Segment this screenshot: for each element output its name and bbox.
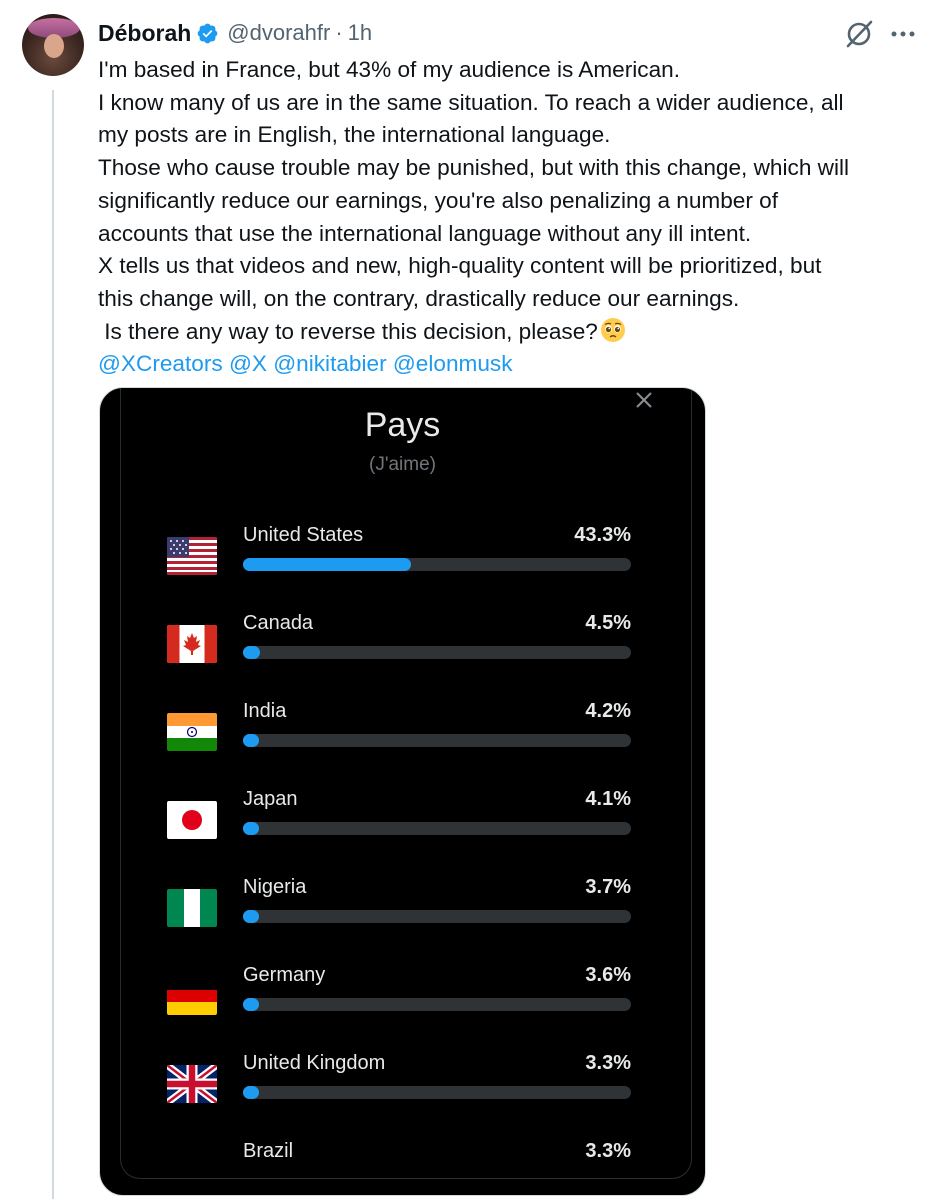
country-name: India (243, 700, 287, 722)
post-line: accounts that use the international lang… (98, 220, 752, 246)
country-name: Nigeria (243, 876, 307, 898)
progress-fill (243, 1086, 259, 1099)
country-row: United States 43.3% (100, 524, 705, 604)
jp-flag-icon (167, 801, 217, 839)
card-title: Pays (364, 406, 441, 444)
us-flag-icon (167, 537, 217, 575)
pleading-face-emoji-icon (600, 317, 626, 343)
mention-link[interactable]: @X (229, 351, 267, 376)
de-flag-icon (167, 977, 217, 1015)
author-name[interactable]: Déborah (98, 20, 191, 47)
post-header: Déborah @dvorahfr · 1h (98, 18, 372, 48)
post-line: X tells us that videos and new, high-qua… (98, 253, 822, 279)
post-line: Those who cause trouble may be punished,… (98, 155, 850, 181)
country-name: Brazil (243, 1140, 294, 1162)
mention-link[interactable]: @XCreators (98, 351, 223, 376)
country-row: Nigeria 3.7% (100, 876, 705, 956)
country-percentage: 43.3% (574, 524, 631, 546)
author-handle[interactable]: @dvorahfr (227, 20, 330, 46)
ng-flag-icon (167, 889, 217, 927)
question-text: Is there any way to reverse this decisio… (98, 318, 598, 344)
ca-flag-icon (167, 625, 217, 663)
verified-badge-icon[interactable] (196, 22, 219, 45)
country-row: India 4.2% (100, 700, 705, 780)
progress-fill (243, 910, 259, 923)
mentions-line: @XCreators @X @nikitabier @elonmusk (98, 348, 928, 381)
post-line: I know many of us are in the same situat… (98, 89, 844, 115)
country-percentage: 4.5% (585, 612, 631, 634)
progress-fill (243, 646, 261, 659)
grok-icon[interactable] (841, 16, 877, 52)
gb-flag-icon (167, 1065, 217, 1103)
country-row: Germany 3.6% (100, 964, 705, 1044)
progress-track (243, 822, 631, 835)
country-percentage: 3.6% (585, 964, 631, 986)
country-name: United Kingdom (243, 1052, 386, 1074)
mention-link[interactable]: @elonmusk (393, 351, 513, 376)
country-percentage: 4.1% (585, 788, 631, 810)
progress-track (243, 646, 631, 659)
country-name: Japan (243, 788, 298, 810)
progress-track (243, 1086, 631, 1099)
post-line-question: Is there any way to reverse this decisio… (98, 316, 928, 349)
country-name: Canada (243, 612, 314, 634)
separator-dot: · (335, 20, 343, 45)
post-line: I'm based in France, but 43% of my audie… (98, 57, 680, 82)
country-name: United States (243, 524, 364, 546)
progress-fill (243, 734, 260, 747)
progress-track (243, 558, 631, 571)
country-percentage: 3.3% (585, 1140, 631, 1162)
post-line: my posts are in English, the internation… (98, 122, 611, 148)
progress-fill (243, 558, 411, 571)
country-row: Canada 4.5% (100, 612, 705, 692)
country-row-partial: Brazil 3.3% (100, 1140, 705, 1162)
progress-track (243, 910, 631, 923)
progress-track (243, 998, 631, 1011)
post-line: significantly reduce our earnings, you'r… (98, 187, 779, 213)
attached-image[interactable]: Pays (J'aime) United States 43.3% Canada… (99, 387, 706, 1196)
country-name: Germany (243, 964, 326, 986)
avatar-face (44, 34, 64, 58)
card-subtitle: (J'aime) (369, 454, 436, 475)
progress-track (243, 734, 631, 747)
avatar[interactable] (22, 14, 84, 76)
country-row: United Kingdom 3.3% (100, 1052, 705, 1132)
country-percentage: 3.3% (585, 1052, 631, 1074)
post-text: I'm based in France, but 43% of my audie… (98, 54, 928, 381)
country-percentage: 4.2% (585, 700, 631, 722)
country-percentage: 3.7% (585, 876, 631, 898)
country-row: Japan 4.1% (100, 788, 705, 868)
progress-fill (243, 998, 259, 1011)
mention-link[interactable]: @nikitabier (273, 351, 386, 376)
post-time[interactable]: 1h (348, 20, 372, 46)
more-options-icon[interactable] (885, 16, 921, 52)
post-line: this change will, on the contrary, drast… (98, 285, 740, 311)
thread-line (52, 90, 54, 1199)
in-flag-icon (167, 713, 217, 751)
progress-fill (243, 822, 259, 835)
